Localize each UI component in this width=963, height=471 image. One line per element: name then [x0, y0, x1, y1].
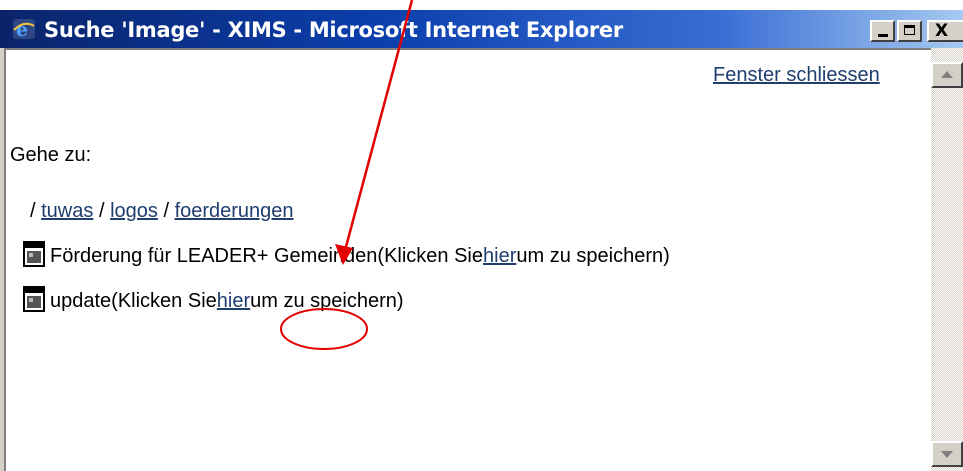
document-icon: [23, 241, 45, 267]
breadcrumb: / tuwas / logos / foerderungen: [30, 200, 294, 223]
file-hint-suffix: um zu speichern): [250, 289, 404, 312]
page-content: Fenster schliessen Gehe zu: / tuwas / lo…: [4, 48, 931, 471]
breadcrumb-separator: /: [163, 200, 169, 222]
breadcrumb-item-tuwas[interactable]: tuwas: [41, 200, 93, 222]
svg-text:e: e: [16, 19, 28, 40]
breadcrumb-separator: /: [98, 200, 105, 222]
file-hint-prefix: (Klicken Sie: [377, 244, 484, 267]
close-icon: X: [935, 21, 949, 41]
file-name: update: [50, 289, 112, 312]
close-button[interactable]: X: [927, 20, 963, 42]
maximize-button[interactable]: [897, 20, 922, 42]
scroll-up-button[interactable]: [931, 62, 963, 88]
file-name: Förderung für LEADER+ Gemeinden: [50, 244, 378, 267]
close-window-link[interactable]: Fenster schliessen: [713, 64, 880, 87]
breadcrumb-item-logos[interactable]: logos: [110, 200, 158, 222]
minimize-button[interactable]: [870, 20, 895, 42]
window-title: Suche 'Image' - XIMS - Microsoft Interne…: [44, 18, 623, 42]
breadcrumb-separator: /: [30, 200, 36, 222]
save-link[interactable]: hier: [483, 245, 516, 268]
file-hint-prefix: (Klicken Sie: [111, 289, 217, 312]
arrow-down-icon: [941, 451, 953, 458]
minimize-icon: [878, 34, 888, 37]
arrow-up-icon: [941, 71, 953, 78]
scroll-down-button[interactable]: [931, 441, 963, 467]
document-icon: [23, 286, 45, 312]
vertical-scrollbar[interactable]: [931, 48, 963, 471]
breadcrumb-item-foerderungen[interactable]: foerderungen: [175, 200, 294, 222]
goto-label: Gehe zu:: [10, 144, 92, 166]
browser-window: e Suche 'Image' - XIMS - Microsoft Inter…: [0, 10, 963, 471]
ie-icon: e: [13, 19, 35, 40]
save-link[interactable]: hier: [217, 290, 250, 313]
list-item: update (Klicken Sie hier um zu speichern…: [22, 286, 404, 315]
list-item: Förderung für LEADER+ Gemeinden (Klicken…: [22, 241, 670, 270]
maximize-icon: [904, 25, 915, 35]
title-bar[interactable]: e Suche 'Image' - XIMS - Microsoft Inter…: [0, 10, 963, 48]
file-hint-suffix: um zu speichern): [516, 244, 670, 267]
